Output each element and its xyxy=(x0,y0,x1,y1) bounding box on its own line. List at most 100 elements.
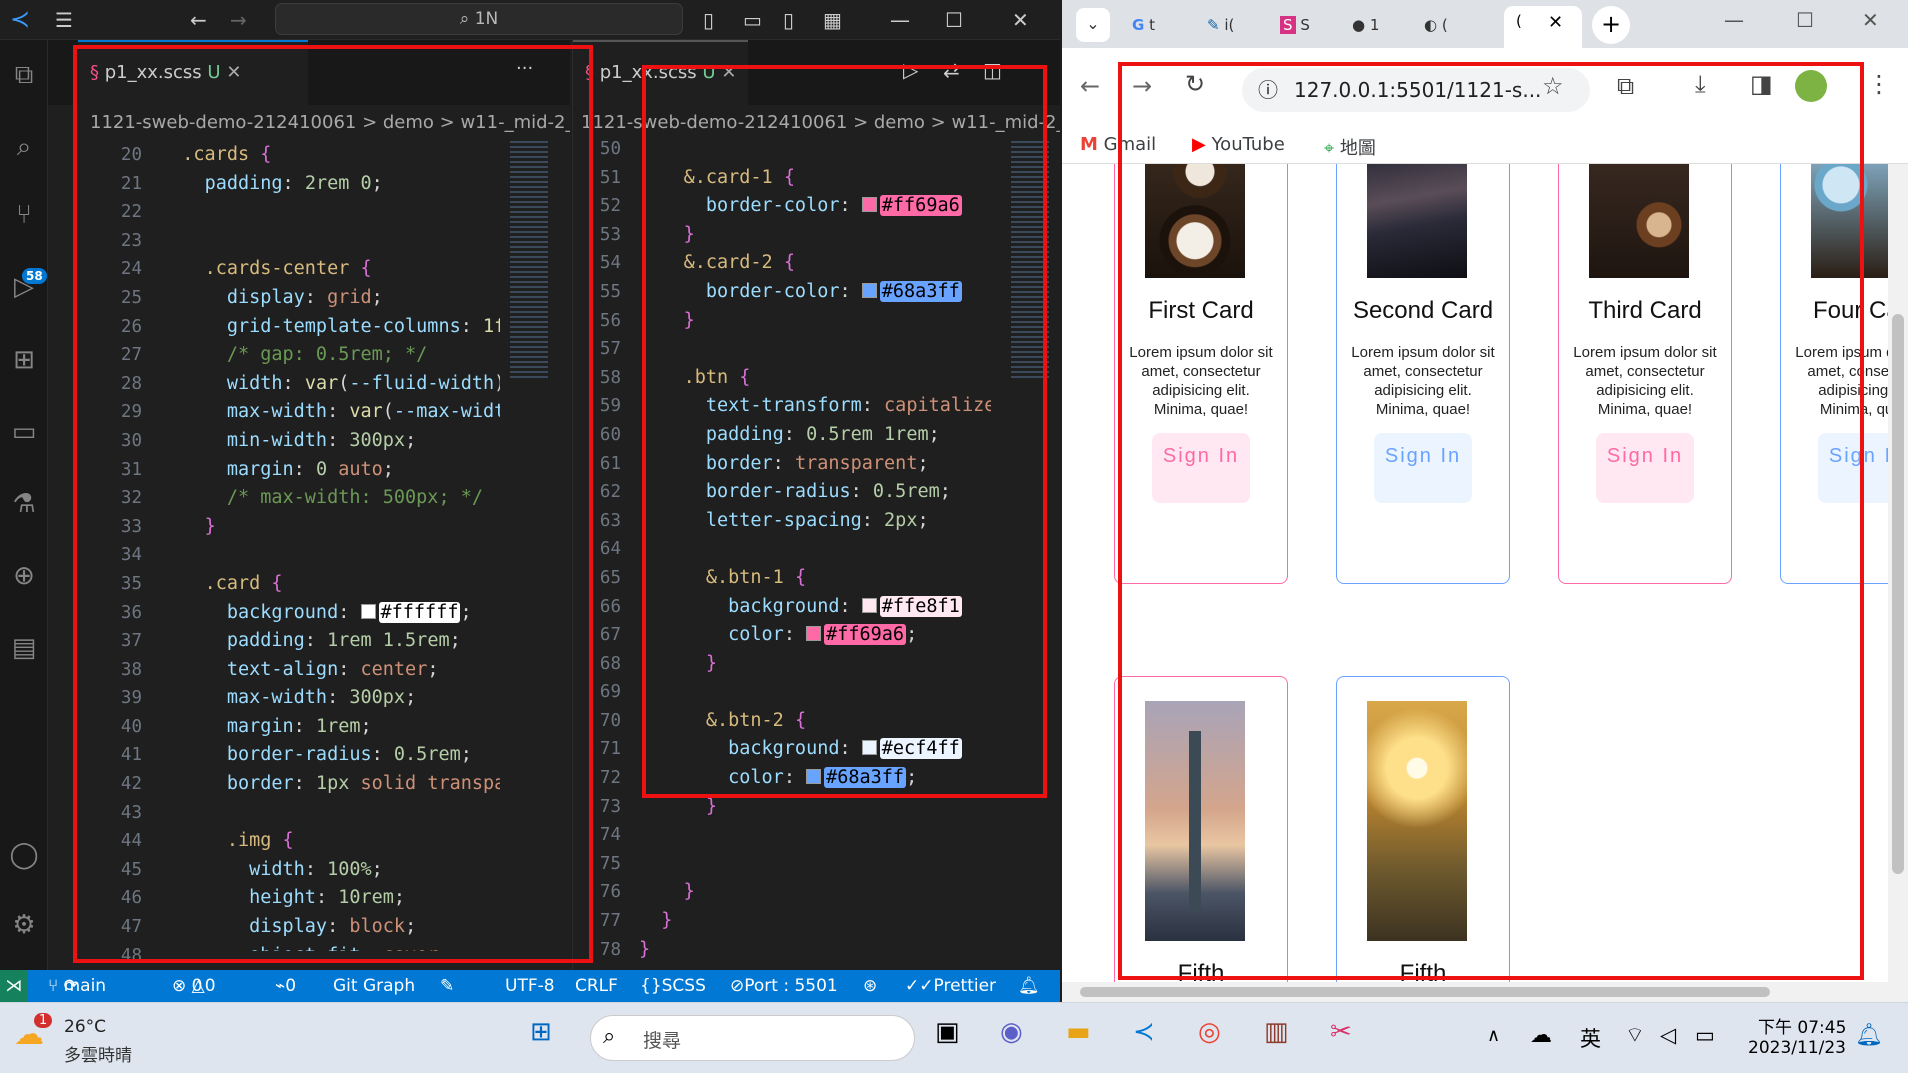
account-icon[interactable]: ◯ xyxy=(0,840,48,870)
more-actions-icon[interactable]: ··· xyxy=(1023,58,1040,79)
layout-icon[interactable]: ▦ xyxy=(823,8,842,32)
volume-icon[interactable]: ◁ xyxy=(1660,1023,1676,1047)
minimize-icon[interactable]: — xyxy=(890,8,910,32)
prettier-status[interactable]: ✓✓ Prettier xyxy=(905,970,996,1002)
run-debug-icon[interactable]: ▷ xyxy=(0,272,48,302)
testing-icon[interactable]: ⚗ xyxy=(0,489,48,519)
eol-status[interactable]: CRLF xyxy=(575,970,618,1002)
notifications-bell-icon[interactable]: 🔔︎ xyxy=(1018,970,1040,1002)
bookmark-youtube[interactable]: ▶ YouTube xyxy=(1192,134,1285,155)
reload-icon[interactable]: ↻ xyxy=(1185,70,1205,98)
clock-date[interactable]: 2023/11/23 xyxy=(1748,1038,1846,1058)
close-tab-icon[interactable]: ✕ xyxy=(721,62,736,83)
battery-icon[interactable]: ▭ xyxy=(1695,1023,1715,1047)
show-hidden-icons[interactable]: ∧ xyxy=(1487,1025,1500,1046)
comments-icon[interactable]: ▤ xyxy=(0,633,48,663)
ime-indicator[interactable]: 英 xyxy=(1580,1023,1601,1053)
split-editor-icon[interactable]: ◫ xyxy=(983,58,1002,82)
close-icon[interactable]: ✕ xyxy=(1012,8,1029,32)
download-icon[interactable]: ⤓ xyxy=(1695,70,1706,98)
sign-in-button[interactable]: Sign In xyxy=(1374,433,1472,503)
sign-in-button[interactable]: Sign In xyxy=(1596,433,1694,503)
address-bar[interactable]: ⓘ 127.0.0.1:5501/1121-s... xyxy=(1242,68,1590,112)
branch-status[interactable]: ⑂ main ⟳ xyxy=(48,970,106,1002)
teams-icon[interactable]: ◉ xyxy=(1000,1017,1023,1047)
extensions-icon[interactable]: ⧉ xyxy=(1617,72,1634,100)
wifi-icon[interactable]: ⌔ xyxy=(1625,1023,1645,1049)
task-view-icon[interactable]: ▣ xyxy=(935,1017,960,1047)
close-tab-icon[interactable]: ✕ xyxy=(226,62,241,83)
close-tab-icon[interactable]: ✕ xyxy=(1548,12,1563,33)
bookmark-maps[interactable]: ⌖ 地圖 xyxy=(1324,134,1376,160)
horizontal-scrollbar[interactable] xyxy=(1062,982,1908,1002)
language-status[interactable]: {} SCSS xyxy=(640,970,706,1002)
snipping-tool-icon[interactable]: ✂ xyxy=(1330,1017,1352,1047)
command-center[interactable]: ⌕ 1N xyxy=(275,3,683,35)
bookmark-gmail[interactable]: M Gmail xyxy=(1080,134,1156,155)
git-graph-status[interactable]: Git Graph xyxy=(333,970,415,1002)
tab-search-icon[interactable]: ⌄ xyxy=(1076,8,1110,42)
minimap-right[interactable] xyxy=(1011,141,1049,381)
tab-p1-scss-right[interactable]: § p1_xx.scss U ✕ xyxy=(573,40,748,105)
vscode-taskbar-icon[interactable]: ≺ xyxy=(1133,1017,1155,1047)
browser-tab[interactable]: G t xyxy=(1132,8,1155,48)
browser-tab-active[interactable]: (✕ xyxy=(1504,6,1582,48)
bookmark-star-icon[interactable]: ☆ xyxy=(1542,72,1564,100)
profile-avatar[interactable] xyxy=(1795,70,1827,102)
source-control-icon[interactable]: ⑂ xyxy=(0,200,48,230)
code-editor-left[interactable]: .cards { padding: 2rem 0; .cards-center … xyxy=(160,141,500,951)
winrar-icon[interactable]: ▥ xyxy=(1264,1017,1289,1047)
vertical-scroll-thumb[interactable] xyxy=(1892,314,1904,874)
ports-status[interactable]: ⌁ 0 xyxy=(275,970,296,1002)
page-viewport[interactable]: First Card Lorem ipsum dolor sit amet, c… xyxy=(1062,164,1908,1002)
python-icon[interactable]: ⊕ xyxy=(0,561,48,591)
encoding-status[interactable]: UTF-8 xyxy=(505,970,555,1002)
toggle-sidebar-icon[interactable]: ▯ xyxy=(703,8,714,32)
code-editor-right[interactable]: &.card-1 { border-color: #ff69a6 } &.car… xyxy=(639,135,991,965)
live-server-status[interactable]: ⊘ Port : 5501 xyxy=(730,970,838,1002)
horizontal-scroll-thumb[interactable] xyxy=(1080,987,1770,997)
weather-widget[interactable]: ☁ 1 xyxy=(14,1013,54,1057)
extensions-icon[interactable]: ⊞ xyxy=(0,345,48,375)
maximize-icon[interactable]: ☐ xyxy=(1796,8,1814,32)
search-icon[interactable]: ⌕ xyxy=(0,132,48,163)
toggle-panel-icon[interactable]: ▭ xyxy=(743,8,762,32)
copilot-icon[interactable]: ⊛ xyxy=(863,970,877,1002)
settings-gear-icon[interactable]: ⚙ xyxy=(0,910,48,940)
vertical-scrollbar[interactable] xyxy=(1888,164,1908,982)
back-arrow-icon[interactable]: ← xyxy=(1080,72,1100,100)
windows-start-icon[interactable]: ⊞ xyxy=(530,1017,552,1047)
maximize-icon[interactable]: ☐ xyxy=(945,8,963,32)
compare-icon[interactable]: ⇄ xyxy=(943,58,960,82)
run-icon[interactable]: ▷ xyxy=(903,58,918,82)
browser-tab[interactable]: ◐ ( xyxy=(1424,8,1448,48)
chrome-menu-icon[interactable]: ⋮ xyxy=(1867,70,1891,98)
minimize-icon[interactable]: — xyxy=(1724,8,1744,32)
browser-tab[interactable]: ● 1 xyxy=(1352,8,1379,48)
minimap-left[interactable] xyxy=(510,141,548,381)
menu-icon[interactable]: ☰ xyxy=(55,8,73,32)
remote-indicator-icon[interactable]: ⋊ xyxy=(0,970,28,1002)
new-tab-icon[interactable]: + xyxy=(1592,6,1630,44)
tab-p1-scss-left[interactable]: § p1_xx.scss U ✕ xyxy=(78,40,308,105)
clock-time[interactable]: 下午 07:45 xyxy=(1758,1013,1846,1038)
more-actions-icon[interactable]: ··· xyxy=(516,58,533,79)
back-arrow-icon[interactable]: ← xyxy=(190,8,207,32)
browser-tab[interactable]: ✎ i( xyxy=(1207,8,1234,48)
forward-arrow-icon[interactable]: → xyxy=(1132,72,1152,100)
browser-tab[interactable]: S S xyxy=(1280,8,1310,48)
explorer-icon[interactable]: ⧉ xyxy=(0,60,48,91)
site-info-icon[interactable]: ⓘ xyxy=(1258,68,1278,112)
remote-explorer-icon[interactable]: ▭ xyxy=(0,417,48,447)
problems-status[interactable]: ⊗ 0 △ 0 xyxy=(172,970,216,1002)
toggle-secondary-sidebar-icon[interactable]: ▯ xyxy=(783,8,794,32)
taskbar-search[interactable]: ⌕ 搜尋 xyxy=(590,1015,915,1061)
close-icon[interactable]: ✕ xyxy=(1862,8,1879,32)
file-explorer-icon[interactable]: ▬ xyxy=(1066,1017,1091,1047)
sign-in-button[interactable]: Sign In xyxy=(1152,433,1250,503)
chrome-taskbar-icon[interactable]: ◎ xyxy=(1198,1017,1221,1047)
side-panel-icon[interactable]: ◨ xyxy=(1750,70,1773,98)
edit-icon[interactable]: ✎ xyxy=(440,970,454,1002)
forward-arrow-icon[interactable]: → xyxy=(230,8,247,32)
onedrive-icon[interactable]: ☁ xyxy=(1530,1023,1552,1048)
